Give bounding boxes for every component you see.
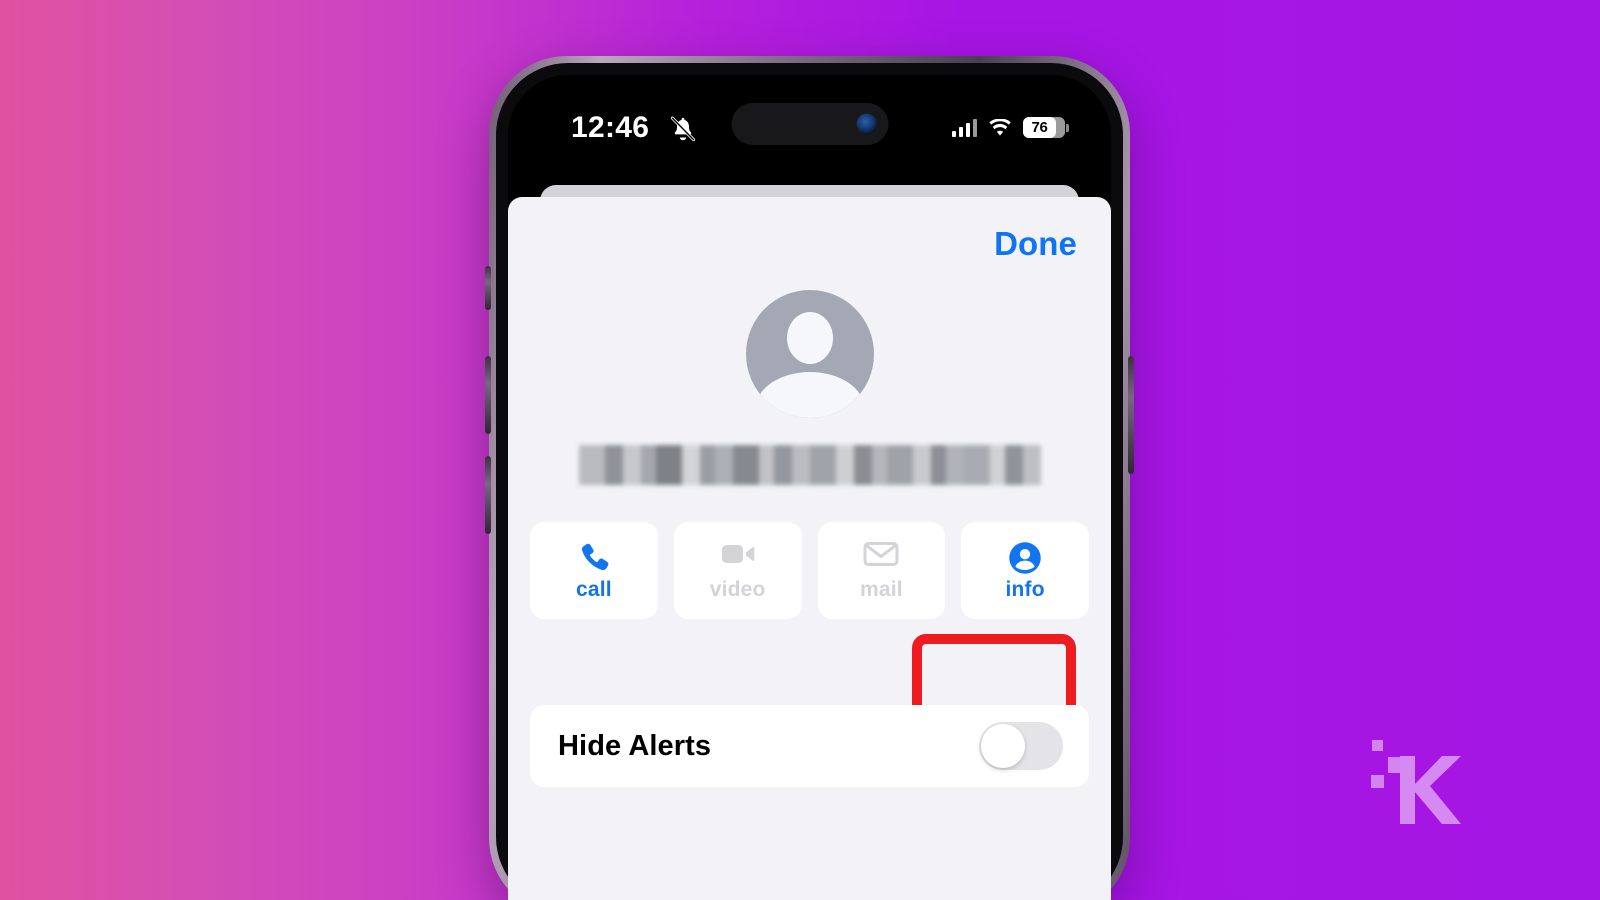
volume-up-button[interactable] [485, 356, 491, 434]
phone-screen: 12:46 76 Done call video mail info Hide … [508, 75, 1111, 900]
hide-alerts-label: Hide Alerts [558, 729, 712, 762]
person-circle-icon [1007, 540, 1043, 574]
wifi-icon [989, 118, 1011, 136]
battery-percent-label: 76 [1031, 119, 1048, 136]
contact-name-redacted [578, 445, 1041, 485]
envelope-icon [863, 540, 899, 570]
status-bar-indicators: 76 [951, 117, 1069, 138]
toggle-knob [981, 724, 1025, 768]
volume-down-button[interactable] [485, 456, 491, 534]
action-button[interactable] [485, 266, 491, 310]
hide-alerts-row[interactable]: Hide Alerts [530, 705, 1089, 787]
signal-bars-icon [951, 118, 977, 137]
action-button-label: call [575, 577, 612, 601]
action-button-video[interactable]: video [673, 522, 802, 619]
phone-icon [576, 540, 612, 570]
contact-action-buttons: call video mail info [530, 522, 1089, 619]
action-button-info[interactable]: info [961, 522, 1089, 619]
k-logo-watermark [1371, 740, 1461, 824]
hide-alerts-toggle[interactable] [979, 722, 1063, 770]
contact-details-sheet: Done call video mail info Hide Alerts [508, 197, 1111, 900]
status-bar: 12:46 76 [508, 75, 1111, 171]
screenshot-stage: 12:46 76 Done call video mail info Hide … [0, 0, 1600, 900]
power-button[interactable] [1128, 356, 1134, 474]
action-button-call[interactable]: call [530, 522, 658, 619]
dynamic-island [731, 103, 888, 145]
action-button-label: mail [859, 577, 903, 601]
battery-indicator: 76 [1023, 117, 1069, 138]
avatar-head-shape [786, 312, 833, 364]
action-button-mail[interactable]: mail [817, 522, 946, 619]
video-camera-icon [720, 540, 756, 570]
status-bar-time: 12:46 [571, 111, 650, 144]
sheet-header: Done [994, 225, 1077, 263]
action-button-label: info [1005, 577, 1045, 601]
bell-slash-icon [670, 116, 696, 142]
iphone-device-mockup: 12:46 76 Done call video mail info Hide … [485, 56, 1134, 900]
front-camera-lens-icon [856, 113, 877, 135]
contact-avatar[interactable] [745, 290, 874, 418]
action-button-label: video [709, 577, 766, 601]
avatar-body-shape [755, 372, 864, 418]
done-button[interactable]: Done [994, 225, 1077, 262]
